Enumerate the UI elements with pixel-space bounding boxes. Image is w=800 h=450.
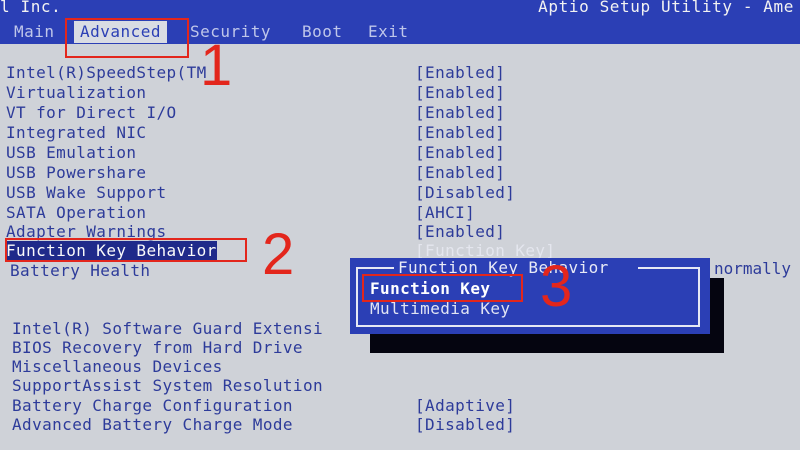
setting-battery-health-value: normally	[714, 259, 792, 278]
setting-supportassist[interactable]: SupportAssist System Resolution	[12, 376, 323, 395]
callout-box-function-key-behavior	[5, 238, 247, 262]
setting-vt-direct-io[interactable]: VT for Direct I/O	[6, 103, 177, 122]
callout-box-function-key-option	[362, 274, 523, 302]
setting-misc-devices[interactable]: Miscellaneous Devices	[12, 357, 223, 376]
setting-speedstep-value[interactable]: [Enabled]	[415, 63, 505, 82]
callout-number-1: 1	[200, 33, 233, 98]
setting-advanced-battery-charge-value[interactable]: [Disabled]	[415, 415, 515, 434]
setting-battery-charge-config-value[interactable]: [Adaptive]	[415, 396, 515, 415]
setting-usb-emulation-value[interactable]: [Enabled]	[415, 143, 505, 162]
setting-sgx[interactable]: Intel(R) Software Guard Extensi	[12, 319, 323, 338]
callout-number-2: 2	[262, 222, 295, 287]
setting-sata-operation-value[interactable]: [AHCI]	[415, 203, 475, 222]
setting-battery-health[interactable]: Battery Health	[10, 261, 150, 280]
tab-exit[interactable]: Exit	[368, 21, 409, 43]
setting-speedstep[interactable]: Intel(R)SpeedStep(TM	[6, 63, 207, 82]
setting-battery-charge-config[interactable]: Battery Charge Configuration	[12, 396, 293, 415]
callout-box-advanced-tab	[65, 18, 189, 58]
setting-usb-emulation[interactable]: USB Emulation	[6, 143, 136, 162]
setting-usb-wake-support[interactable]: USB Wake Support	[6, 183, 167, 202]
tab-main[interactable]: Main	[14, 21, 55, 43]
callout-number-3: 3	[540, 254, 573, 319]
setting-virtualization-value[interactable]: [Enabled]	[415, 83, 505, 102]
setting-usb-powershare[interactable]: USB Powershare	[6, 163, 146, 182]
setting-virtualization[interactable]: Virtualization	[6, 83, 146, 102]
vendor-name: l Inc.	[0, 0, 62, 16]
app-title: Aptio Setup Utility - Ame	[538, 0, 794, 16]
setting-bios-recovery[interactable]: BIOS Recovery from Hard Drive	[12, 338, 303, 357]
setting-usb-wake-support-value[interactable]: [Disabled]	[415, 183, 515, 202]
setting-vt-direct-io-value[interactable]: [Enabled]	[415, 103, 505, 122]
setting-advanced-battery-charge[interactable]: Advanced Battery Charge Mode	[12, 415, 293, 434]
bios-setup-screen: l Inc. Aptio Setup Utility - Ame Main Ad…	[0, 0, 800, 450]
setting-integrated-nic-value[interactable]: [Enabled]	[415, 123, 505, 142]
setting-sata-operation[interactable]: SATA Operation	[6, 203, 146, 222]
popup-frame-top-right	[638, 267, 698, 269]
setting-adapter-warnings-value[interactable]: [Enabled]	[415, 222, 505, 241]
setting-integrated-nic[interactable]: Integrated NIC	[6, 123, 146, 142]
tab-boot[interactable]: Boot	[302, 21, 343, 43]
popup-frame-top-left	[356, 267, 394, 269]
setting-usb-powershare-value[interactable]: [Enabled]	[415, 163, 505, 182]
